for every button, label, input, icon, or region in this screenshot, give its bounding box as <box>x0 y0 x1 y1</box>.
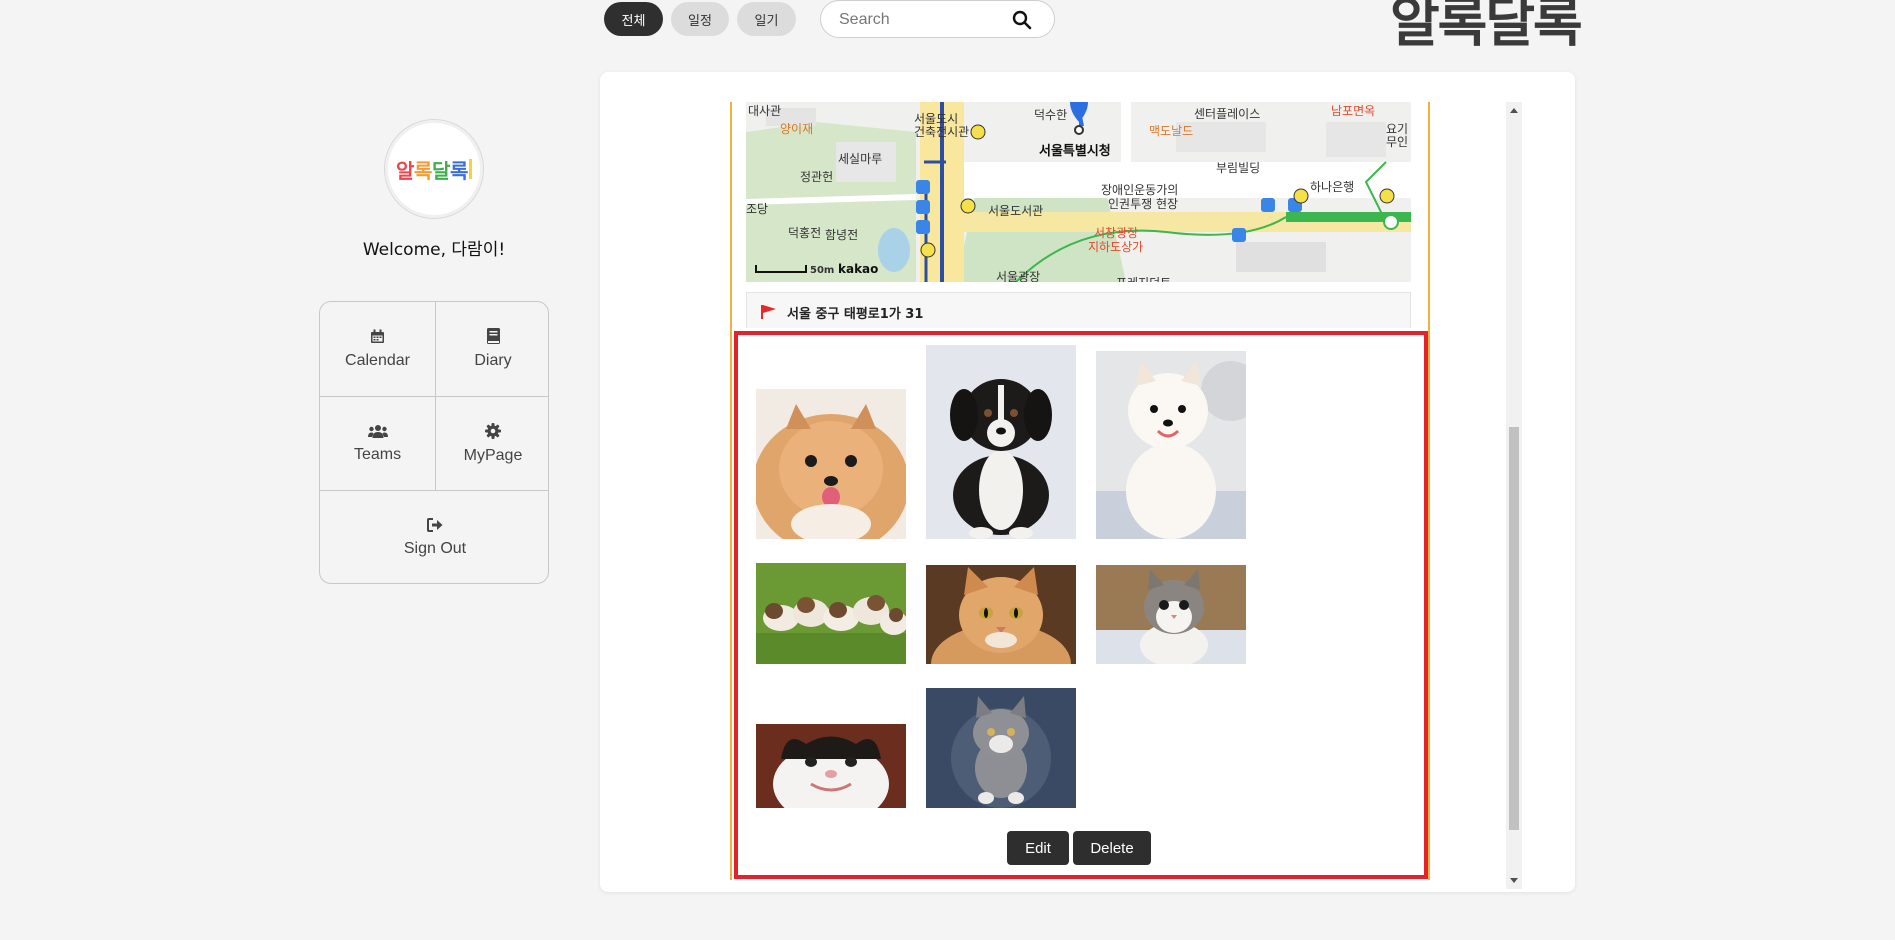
map-label: 인권투쟁 현장 <box>1108 197 1179 211</box>
map-label: 남포면옥 <box>1331 104 1376 118</box>
sidebar-item-label: Teams <box>353 445 402 463</box>
book-icon <box>486 328 500 344</box>
avatar: 알 록 달 록 <box>384 119 484 219</box>
scroll-up-arrow[interactable] <box>1510 108 1518 113</box>
calendar-icon <box>371 329 384 343</box>
map-label: 지하도상가 <box>1088 240 1144 254</box>
svg-text:록: 록 <box>450 159 468 183</box>
map-label: 프레지던트 <box>1116 274 1171 282</box>
brand-logo: 알록달록 <box>1390 0 1583 54</box>
map-label: 건축전시관 <box>914 125 970 139</box>
tab-schedule[interactable]: 일정 <box>671 2 729 36</box>
sidebar-item-calendar[interactable]: Calendar <box>320 302 435 396</box>
sidebar-item-label: Sign Out <box>403 540 467 557</box>
svg-text:록: 록 <box>414 159 432 183</box>
map-label: 덕홍전 <box>788 226 822 240</box>
sidebar-menu: Calendar Diary Teams MyPage Sign Out <box>319 301 549 584</box>
sidebar-item-signout[interactable]: Sign Out <box>320 491 548 583</box>
svg-text:달: 달 <box>432 159 451 183</box>
search-box <box>820 0 1055 38</box>
address-bar: 서울 중구 태평로1가 31 <box>746 292 1411 328</box>
map-label: 서울특별시청 <box>1039 144 1111 159</box>
flag-icon <box>761 305 776 319</box>
scrollbar-thumb[interactable] <box>1509 427 1519 830</box>
sign-out-icon <box>427 518 443 532</box>
map-label: 센터플레이스 <box>1194 107 1261 121</box>
map-label: 세실마루 <box>838 152 883 166</box>
sidebar-item-mypage[interactable]: MyPage <box>436 397 548 490</box>
sidebar-item-label: Calendar <box>345 351 410 369</box>
map-label: 서울도서관 <box>988 204 1044 218</box>
gear-icon <box>485 422 501 439</box>
sidebar-item-diary[interactable]: Diary <box>436 302 548 396</box>
sidebar-item-label: MyPage <box>463 446 523 464</box>
map-provider: kakao <box>838 262 879 276</box>
map-label: 서울광장 <box>996 270 1041 282</box>
logo-image: 알 록 달 록 <box>396 159 472 183</box>
map-label: 대사관 <box>748 104 782 118</box>
map-scale: 50m <box>810 265 835 276</box>
map-label: 정관헌 <box>800 170 834 184</box>
search-input[interactable] <box>837 7 1021 33</box>
tab-all[interactable]: 전체 <box>604 2 663 36</box>
sidebar-item-teams[interactable]: Teams <box>320 397 435 490</box>
map-label: 맥도날드 <box>1149 124 1194 138</box>
map-label: 양이재 <box>780 122 814 136</box>
sidebar-item-label: Diary <box>474 352 512 369</box>
welcome-message: Welcome, 다람이! <box>362 240 506 260</box>
map-label: 하나은행 <box>1310 180 1355 194</box>
kakao-map[interactable]: 대사관 양이재 서울도시 건축전시관 덕수한 서울특별시청 센터플레이스 남포면… <box>746 102 1411 282</box>
search-icon[interactable] <box>1012 10 1032 30</box>
highlight-box <box>734 331 1428 879</box>
address-text: 서울 중구 태평로1가 31 <box>787 307 924 322</box>
users-icon <box>367 424 388 438</box>
map-label: 무인 <box>1386 135 1409 149</box>
map-label: 조당 <box>746 202 769 216</box>
map-label: 부림빌딩 <box>1216 161 1261 175</box>
tab-diary[interactable]: 일기 <box>737 2 796 36</box>
map-label: 함녕전 <box>825 228 859 242</box>
scrollbar[interactable] <box>1506 102 1522 889</box>
map-label: 덕수한 <box>1034 108 1068 122</box>
svg-text:알: 알 <box>396 159 415 183</box>
scroll-down-arrow[interactable] <box>1510 878 1518 883</box>
